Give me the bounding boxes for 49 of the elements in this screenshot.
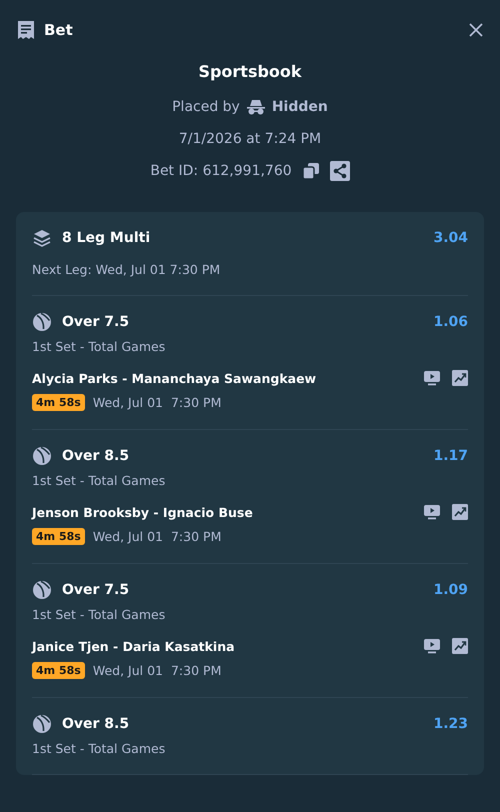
- multi-odds: 3.04: [433, 230, 468, 246]
- match-name: Alycia Parks - Mananchaya Sawangkaew: [32, 370, 318, 386]
- tennis-ball-icon: [32, 714, 52, 734]
- market-name: 1st Set - Total Games: [32, 473, 166, 488]
- layers-icon: [32, 228, 52, 248]
- placed-date: 7/1/2026 at 7:24 PM: [178, 130, 322, 149]
- leg-odds: 1.09: [433, 582, 468, 598]
- market-name: 1st Set - Total Games: [32, 339, 166, 354]
- tennis-ball-icon: [32, 312, 52, 332]
- leg-odds: 1.06: [433, 314, 468, 330]
- countdown-badge: 4m 58s: [32, 528, 85, 545]
- event-date: Wed, Jul 01: [92, 663, 163, 678]
- countdown-badge: 4m 58s: [32, 394, 85, 411]
- live-stream-button[interactable]: [424, 504, 440, 520]
- selection-name: Over 7.5: [62, 582, 130, 598]
- leg-odds: 1.17: [433, 448, 468, 464]
- placed-by-user: Hidden: [272, 99, 328, 115]
- match-name: Janice Tjen - Daria Kasatkina: [32, 638, 236, 654]
- market-name: 1st Set - Total Games: [32, 741, 166, 756]
- match-name: Jenson Brooksby - Ignacio Buse: [32, 504, 254, 520]
- leg-odds: 1.23: [433, 716, 468, 732]
- tennis-ball-icon: [32, 446, 52, 466]
- close-button[interactable]: [468, 22, 484, 38]
- incognito-icon: [246, 99, 266, 115]
- event-time: 7:30 PM: [170, 395, 222, 410]
- live-stream-button[interactable]: [424, 370, 440, 386]
- provider-name: Sportsbook: [198, 62, 302, 83]
- placed-by-label: Placed by: [172, 99, 240, 115]
- copy-button[interactable]: [302, 162, 320, 180]
- event-time: 7:30 PM: [170, 529, 222, 544]
- multi-title: 8 Leg Multi: [62, 230, 152, 246]
- selection-name: Over 7.5: [62, 314, 130, 330]
- selection-name: Over 8.5: [62, 716, 130, 732]
- receipt-icon: [16, 20, 36, 40]
- selection-name: Over 8.5: [62, 448, 130, 464]
- stats-button[interactable]: [452, 504, 468, 520]
- event-date: Wed, Jul 01: [92, 529, 163, 544]
- stats-button[interactable]: [452, 370, 468, 386]
- tennis-ball-icon: [32, 580, 52, 600]
- market-name: 1st Set - Total Games: [32, 607, 166, 622]
- share-button[interactable]: [330, 161, 350, 181]
- live-stream-button[interactable]: [424, 638, 440, 654]
- stats-button[interactable]: [452, 638, 468, 654]
- countdown-badge: 4m 58s: [32, 662, 85, 679]
- bet-id: Bet ID: 612,991,760: [150, 163, 292, 179]
- modal-title: Bet: [44, 21, 74, 39]
- event-time: 7:30 PM: [170, 663, 222, 678]
- event-date: Wed, Jul 01: [92, 395, 163, 410]
- next-leg-time: Next Leg: Wed, Jul 01 7:30 PM: [32, 262, 222, 277]
